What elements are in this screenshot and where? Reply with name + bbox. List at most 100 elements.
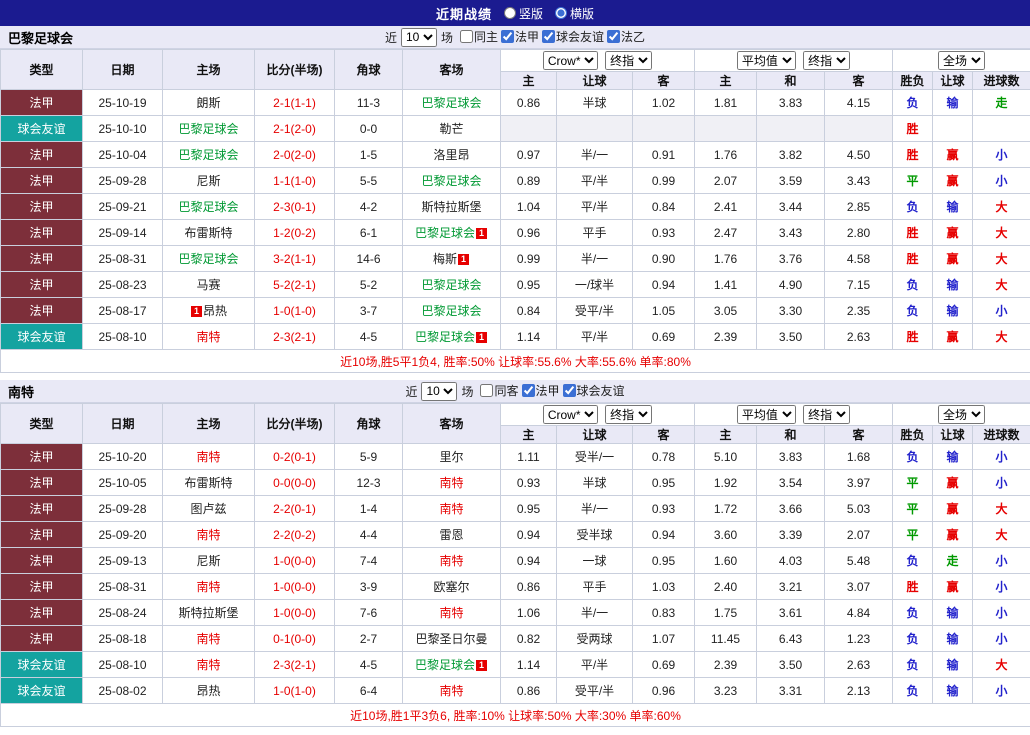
avg-away: 5.03 [823, 495, 894, 522]
filter-checkbox[interactable] [521, 384, 535, 397]
corners: 1-5 [334, 141, 403, 168]
average-select[interactable]: 平均值 [736, 51, 796, 70]
sub-header-avg-draw: 和 [756, 71, 825, 90]
avg-away: 1.68 [823, 443, 894, 470]
away-team: 欧塞尔 [402, 573, 501, 600]
sub-header-avg-draw: 和 [756, 425, 825, 444]
avg-draw: 3.59 [756, 167, 825, 194]
filter-checkbox-option[interactable]: 球会友谊 [542, 28, 604, 45]
odds-away: 0.78 [632, 443, 695, 470]
filter-checkbox-option[interactable]: 法乙 [607, 28, 645, 45]
home-team: 南特 [162, 573, 255, 600]
home-team: 尼斯 [162, 547, 255, 574]
match-score: 1-1(1-0) [254, 167, 335, 194]
layout-radio-vertical[interactable] [503, 7, 516, 19]
away-team: 南特 [402, 469, 501, 496]
result-handicap: 赢 [932, 245, 974, 272]
odds-handicap: 平/半 [556, 651, 633, 678]
section-team-title: 南特 [8, 384, 35, 400]
odds-home: 0.84 [500, 297, 557, 324]
filter-checkbox[interactable] [562, 384, 576, 397]
result-outcome: 胜 [892, 323, 934, 350]
avg-home: 1.76 [694, 245, 757, 272]
league-badge: 法甲 [0, 495, 83, 522]
away-team: 巴黎足球会 [402, 89, 501, 116]
match-score: 0-1(0-0) [254, 625, 335, 652]
match-row: 法甲 25-09-28 图卢兹 2-2(0-1) 1-4 南特 0.95 半/一 0.93 1.7… [0, 495, 1030, 522]
filter-checkbox[interactable] [501, 30, 514, 43]
bookmaker-select[interactable]: Crow* [542, 51, 598, 70]
match-score: 2-3(0-1) [254, 193, 335, 220]
odds-away: 0.94 [632, 271, 695, 298]
odds-handicap: 半/一 [556, 141, 633, 168]
home-team: 布雷斯特 [162, 469, 255, 496]
odds-handicap: 受半/一 [556, 443, 633, 470]
result-goals: 小 [972, 625, 1030, 652]
layout-radio-horizontal[interactable] [555, 7, 567, 19]
matches-count-select[interactable]: 10 [400, 27, 437, 47]
result-handicap: 赢 [932, 219, 974, 246]
scope-select[interactable]: 全场 [938, 405, 986, 424]
avg-away: 2.80 [823, 219, 894, 246]
average-stage-select[interactable]: 终指 [803, 51, 851, 70]
match-score: 2-3(2-1) [254, 323, 335, 350]
sub-header-odds-handicap: 让球 [556, 425, 633, 444]
layout-option-vertical[interactable]: 竖版 [503, 5, 543, 22]
avg-home: 1.75 [694, 599, 757, 626]
sub-header-odds-home: 主 [500, 425, 557, 444]
result-goals: 小 [972, 167, 1030, 194]
filter-checkbox[interactable] [607, 30, 621, 43]
corners: 4-5 [334, 323, 403, 350]
match-row: 法甲 25-10-20 南特 0-2(0-1) 5-9 里尔 1.11 受半/一 0.78 5.1… [0, 443, 1030, 470]
avg-away: 2.63 [823, 651, 894, 678]
avg-draw: 3.30 [756, 297, 825, 324]
average-stage-select[interactable]: 终指 [803, 405, 851, 424]
bookmaker-select[interactable]: Crow* [542, 405, 598, 424]
filter-checkbox[interactable] [459, 30, 473, 43]
match-score: 0-2(0-1) [254, 443, 335, 470]
filter-checkbox-option[interactable]: 法甲 [501, 28, 539, 45]
match-row: 法甲 25-08-17 1 昂热 1-0(1-0) 3-7 巴黎足球会 0.84 受平/半 1.0… [0, 297, 1030, 324]
layout-option-horizontal[interactable]: 横版 [555, 5, 594, 22]
average-select[interactable]: 平均值 [736, 405, 796, 424]
away-team: 雷恩 [402, 521, 501, 548]
filter-checkbox[interactable] [542, 30, 556, 43]
result-goals: 小 [972, 573, 1030, 600]
result-outcome: 胜 [892, 115, 934, 142]
filter-checkbox-option[interactable]: 同主 [459, 28, 498, 45]
scope-select[interactable]: 全场 [938, 51, 986, 70]
matches-count-select[interactable]: 10 [421, 381, 458, 401]
avg-home [694, 115, 757, 142]
result-handicap [932, 115, 974, 142]
avg-draw: 3.54 [756, 469, 825, 496]
team-name: 南特 [439, 606, 464, 620]
match-row: 法甲 25-10-04 巴黎足球会 2-0(2-0) 1-5 洛里昂 0.97 半/一 0.91… [0, 141, 1030, 168]
league-badge: 法甲 [0, 573, 83, 600]
team-name: 巴黎足球会 [178, 252, 239, 266]
odds-handicap: 一/球半 [556, 271, 633, 298]
result-goals: 大 [972, 245, 1030, 272]
league-badge: 法甲 [0, 599, 83, 626]
avg-away: 3.43 [823, 167, 894, 194]
result-goals: 小 [972, 469, 1030, 496]
filter-checkbox[interactable] [480, 384, 494, 397]
average-select-cell: 平均值 终指 [693, 403, 894, 426]
team-name: 梅斯 [432, 252, 457, 266]
team-name: 南特 [196, 632, 221, 646]
filter-checkbox-option[interactable]: 同客 [480, 382, 519, 399]
match-score: 1-2(0-2) [254, 219, 335, 246]
filter-checkbox-option[interactable]: 法甲 [521, 382, 560, 399]
avg-away: 1.23 [823, 625, 894, 652]
away-team: 勒芒 [402, 115, 501, 142]
team-name: 南特 [196, 450, 221, 464]
col-header-away: 客场 [402, 49, 501, 90]
bookmaker-select-cell: Crow* 终指 [500, 403, 695, 426]
league-badge: 法甲 [0, 219, 83, 246]
match-row: 球会友谊 25-08-10 南特 2-3(2-1) 4-5 巴黎足球会 1 1.14 平/半 0.… [0, 323, 1030, 350]
odds-stage-select[interactable]: 终指 [605, 51, 653, 70]
odds-home: 0.95 [500, 271, 557, 298]
away-team: 南特 [402, 599, 501, 626]
filter-checkbox-option[interactable]: 球会友谊 [562, 382, 625, 399]
odds-stage-select[interactable]: 终指 [605, 405, 653, 424]
filter-checkbox-label: 法甲 [515, 30, 540, 44]
